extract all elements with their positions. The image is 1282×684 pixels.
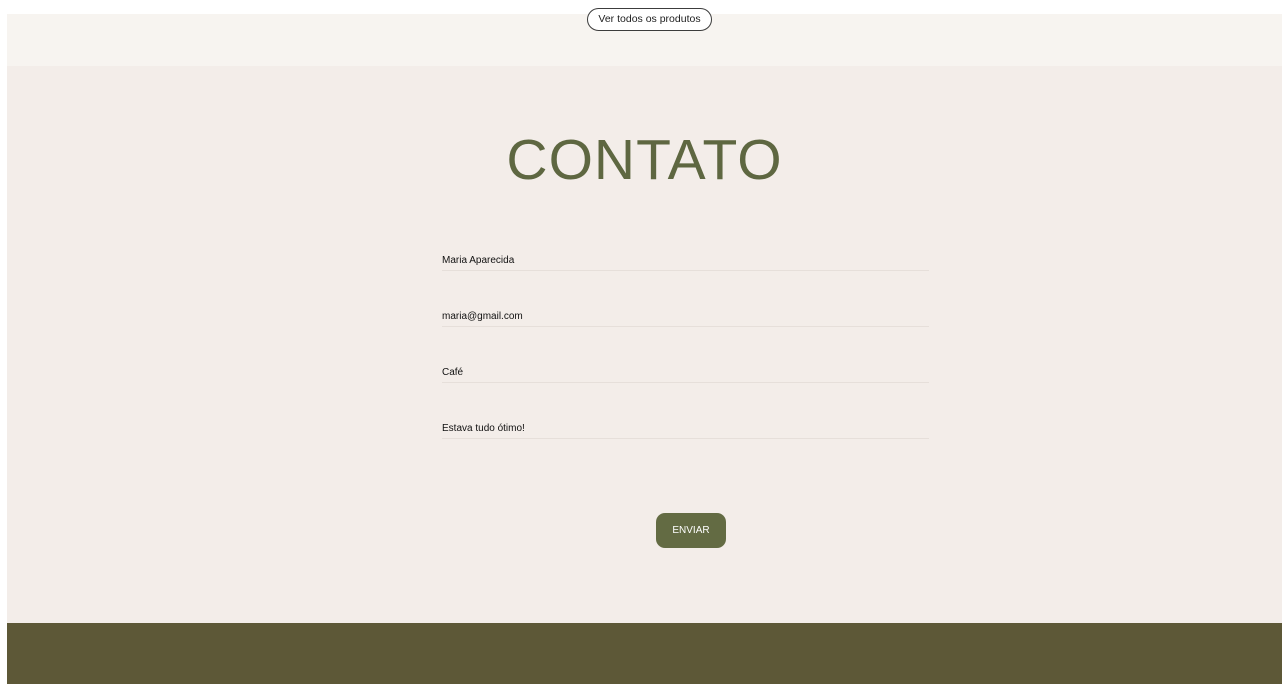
subject-field[interactable] xyxy=(442,363,929,383)
send-button[interactable]: ENVIAR xyxy=(656,513,726,548)
email-field[interactable] xyxy=(442,307,929,327)
products-section: Ver todos os produtos xyxy=(7,8,1282,66)
contact-title: CONTATO xyxy=(506,128,783,192)
view-all-products-button[interactable]: Ver todos os produtos xyxy=(587,8,712,31)
footer xyxy=(7,623,1282,684)
page: Ver todos os produtos CONTATO ENVIAR xyxy=(7,8,1282,684)
message-field[interactable] xyxy=(442,419,929,439)
name-field[interactable] xyxy=(442,251,929,271)
contact-section: CONTATO ENVIAR xyxy=(7,66,1282,623)
